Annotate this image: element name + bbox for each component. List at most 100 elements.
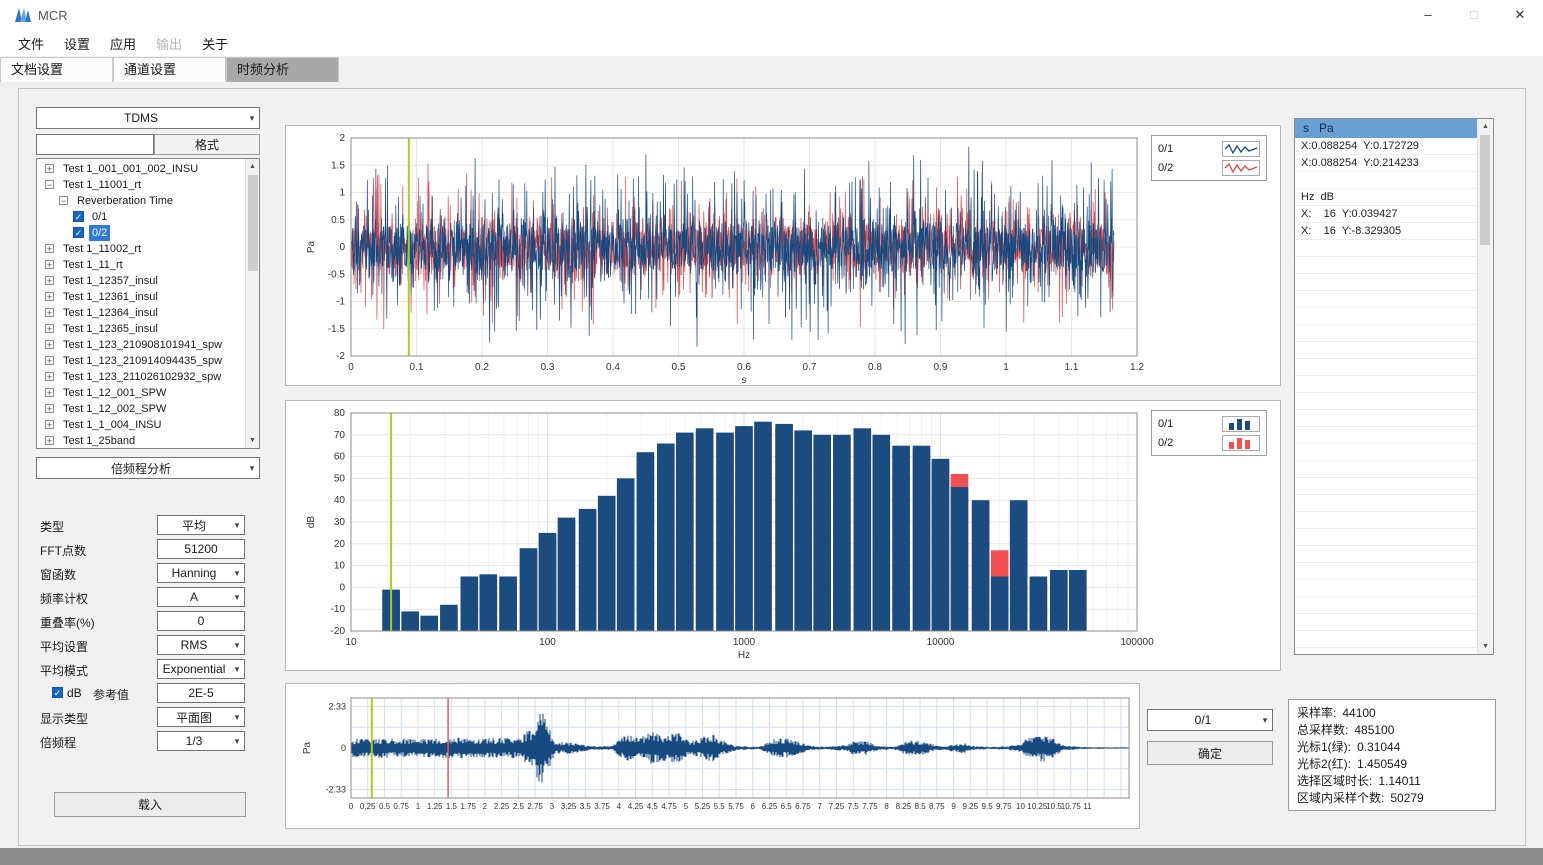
tree-item-label[interactable]: Test 1_12_001_SPW [60, 385, 169, 401]
confirm-button[interactable]: 确定 [1147, 741, 1273, 765]
channel-select[interactable]: 0/1 ▾ [1147, 709, 1273, 731]
tab-document-settings[interactable]: 文档设置 [0, 57, 113, 82]
expand-icon[interactable]: + [45, 308, 54, 317]
expand-icon[interactable]: + [45, 404, 54, 413]
menu-item-about[interactable]: 关于 [192, 31, 238, 56]
tree-item-label[interactable]: Reverberation Time [74, 193, 176, 209]
expand-icon[interactable]: + [45, 436, 54, 445]
fft-points-input[interactable]: 51200 [157, 539, 245, 559]
cursor-table-row[interactable] [1295, 172, 1476, 189]
menu-item-apply[interactable]: 应用 [100, 31, 146, 56]
collapse-icon[interactable]: − [59, 196, 68, 205]
channel-checkbox[interactable]: ✓ [73, 211, 84, 222]
cursor-table-row[interactable] [1295, 257, 1476, 274]
tree-item[interactable]: + Test 1_123_210908101941_spw [37, 337, 259, 353]
filter-input[interactable] [36, 134, 154, 155]
expand-icon[interactable]: + [45, 372, 54, 381]
cursor-table-row[interactable] [1295, 495, 1476, 512]
expand-icon[interactable]: + [45, 420, 54, 429]
tree-item[interactable]: +Test 1_123_210914094435_spw [37, 353, 259, 369]
expand-icon[interactable]: + [45, 292, 54, 301]
tree-item[interactable]: ✓ 0/1 [37, 209, 259, 225]
expand-icon[interactable]: + [45, 340, 54, 349]
octave-fraction-select[interactable]: 1/3▾ [157, 731, 245, 751]
tree-item-label[interactable]: Test 1_12361_insul [60, 289, 161, 305]
overview-waveform-chart[interactable]: 2.330-2.3300.250.50.7511.251.51.7522.252… [285, 683, 1140, 829]
cursor-table-row[interactable] [1295, 291, 1476, 308]
tree-item-label[interactable]: Test 1_25band [60, 433, 138, 449]
table-scrollbar[interactable]: ▲ ▼ [1477, 119, 1493, 654]
overlap-rate-input[interactable]: 0 [157, 611, 245, 631]
expand-icon[interactable]: + [45, 164, 54, 173]
tree-item-label[interactable]: Test 1_123_210908101941_spw [60, 337, 225, 353]
tree-item[interactable]: +Test 1_1_004_INSU [37, 417, 259, 433]
cursor-table-row[interactable] [1295, 444, 1476, 461]
cursor-table-row[interactable] [1295, 240, 1476, 257]
legend-item-0-2[interactable]: 0/2 [1152, 433, 1266, 452]
tree-item[interactable]: +Test 1_12365_insul [37, 321, 259, 337]
cursor-table-row[interactable] [1295, 427, 1476, 444]
cursor-table-row[interactable] [1295, 648, 1476, 654]
tree-item-label[interactable]: Test 1_12357_insul [60, 273, 161, 289]
load-button[interactable]: 载入 [54, 792, 246, 817]
menu-item-file[interactable]: 文件 [8, 31, 54, 56]
menu-item-output[interactable]: 输出 [146, 31, 192, 56]
cursor-table-row[interactable] [1295, 393, 1476, 410]
scroll-up-icon[interactable]: ▲ [246, 159, 259, 174]
cursor-table-row[interactable] [1295, 410, 1476, 427]
tree-item-label[interactable]: Test 1_123_210914094435_spw [60, 353, 225, 369]
frequency-weighting-select[interactable]: A▾ [157, 587, 245, 607]
tree-item[interactable]: + Test 1_12_002_SPW [37, 401, 259, 417]
collapse-icon[interactable]: − [45, 180, 54, 189]
tree-item-label[interactable]: Test 1_123_211026102932_spw [60, 369, 224, 385]
format-button[interactable]: 格式 [154, 134, 260, 155]
type-select[interactable]: 平均▾ [157, 515, 245, 535]
cursor-table-row[interactable] [1295, 529, 1476, 546]
cursor-table-row[interactable]: Hz dB [1295, 189, 1476, 206]
scroll-down-icon[interactable]: ▼ [246, 433, 259, 448]
average-setting-select[interactable]: RMS▾ [157, 635, 245, 655]
expand-icon[interactable]: + [45, 324, 54, 333]
tab-channel-settings[interactable]: 通道设置 [113, 57, 226, 82]
tree-item[interactable]: ✓0/2 [37, 225, 259, 241]
minimize-button[interactable]: – [1405, 0, 1451, 30]
legend-item-0-2[interactable]: 0/2 [1152, 158, 1266, 177]
scroll-down-icon[interactable]: ▼ [1478, 639, 1493, 654]
cursor-table-row[interactable]: X:0.088254 Y:0.214233 [1295, 155, 1476, 172]
octave-spectrum-chart[interactable]: 10100100010000100000-20-1001020304050607… [285, 400, 1281, 671]
tree-item[interactable]: −Reverberation Time [37, 193, 259, 209]
scrollbar-thumb[interactable] [248, 175, 258, 271]
tree-item[interactable]: + Test 1_123_211026102932_spw [37, 369, 259, 385]
tree-item[interactable]: + Test 1_001_001_002_INSU [37, 161, 259, 177]
cursor-table-row[interactable] [1295, 563, 1476, 580]
cursor-table-row[interactable] [1295, 325, 1476, 342]
tree-item-label[interactable]: 0/1 [89, 209, 110, 225]
channel-checkbox[interactable]: ✓ [73, 227, 84, 238]
analysis-type-select[interactable]: 倍频程分析 ▾ [36, 457, 260, 479]
tree-item-label[interactable]: Test 1_12_002_SPW [60, 401, 169, 417]
window-function-select[interactable]: Hanning▾ [157, 563, 245, 583]
reference-value-checkbox[interactable]: ✓ [52, 687, 63, 698]
cursor-table-row[interactable] [1295, 359, 1476, 376]
cursor-table-row[interactable] [1295, 631, 1476, 648]
tree-item[interactable]: +Test 1_12357_insul [37, 273, 259, 289]
cursor-table-row[interactable] [1295, 512, 1476, 529]
tab-time-frequency-analysis[interactable]: 时频分析 [226, 57, 339, 82]
tree-item-label[interactable]: Test 1_001_001_002_INSU [60, 161, 201, 177]
cursor-table-row[interactable] [1295, 342, 1476, 359]
tree-scrollbar[interactable]: ▲ ▼ [245, 159, 259, 448]
average-mode-select[interactable]: Exponential▾ [157, 659, 245, 679]
reference-value-input[interactable]: 2E-5 [157, 683, 245, 703]
cursor-table-row[interactable] [1295, 478, 1476, 495]
time-waveform-chart[interactable]: 00.10.20.30.40.50.60.70.80.911.11.2-2-1.… [285, 125, 1281, 386]
tree-item[interactable]: −Test 1_11001_rt [37, 177, 259, 193]
menu-item-settings[interactable]: 设置 [54, 31, 100, 56]
maximize-button[interactable]: □ [1451, 0, 1497, 30]
expand-icon[interactable]: + [45, 388, 54, 397]
cursor-table-row[interactable]: X: 16 Y:-8.329305 [1295, 223, 1476, 240]
cursor-table-row[interactable] [1295, 614, 1476, 631]
scrollbar-thumb[interactable] [1480, 135, 1490, 245]
scroll-up-icon[interactable]: ▲ [1478, 119, 1493, 134]
tree-item[interactable]: + Test 1_25band [37, 433, 259, 449]
tree-item-label[interactable]: Test 1_11002_rt [60, 241, 144, 257]
